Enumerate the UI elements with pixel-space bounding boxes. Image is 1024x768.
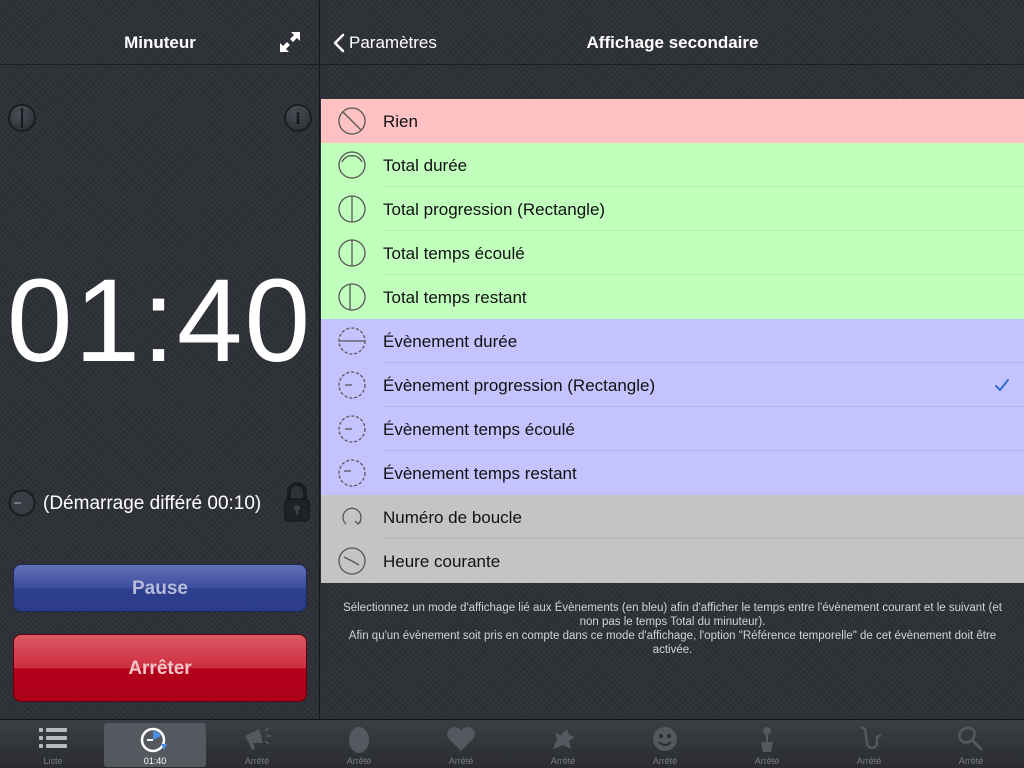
lock-icon[interactable] bbox=[282, 481, 312, 523]
info-button[interactable]: i bbox=[284, 104, 312, 132]
option-none[interactable]: Rien bbox=[321, 99, 1024, 143]
option-label: Évènement temps écoulé bbox=[383, 420, 575, 439]
tab-egg[interactable]: Arrêté bbox=[308, 720, 410, 768]
event-progress-icon bbox=[338, 371, 366, 399]
option-label: Évènement progression (Rectangle) bbox=[383, 376, 656, 395]
info-icon: i bbox=[294, 109, 302, 128]
tab-label: 01:40 bbox=[143, 756, 167, 766]
tab-label: Arrêté bbox=[652, 756, 678, 766]
option-label: Évènement temps restant bbox=[383, 464, 577, 483]
option-label: Total temps écoulé bbox=[383, 244, 525, 263]
display-mode-button[interactable] bbox=[8, 104, 36, 132]
current-time-icon bbox=[338, 547, 366, 575]
tab-heart[interactable]: Arrêté bbox=[410, 720, 512, 768]
half-circle-icon bbox=[21, 108, 23, 128]
settings-title: Affichage secondaire bbox=[586, 33, 759, 52]
tab-dragon[interactable]: Arrêté bbox=[512, 720, 614, 768]
timer-display: 01:40 bbox=[6, 255, 313, 387]
heart-icon bbox=[447, 727, 475, 751]
delayed-start-label: (Démarrage différé 00:10) bbox=[43, 493, 262, 514]
option-label: Total progression (Rectangle) bbox=[383, 200, 606, 219]
settings-header: Paramètres Affichage secondaire bbox=[321, 0, 1024, 65]
tab-timer[interactable]: 01:40 bbox=[104, 723, 206, 767]
option-event-duration[interactable]: Évènement durée bbox=[321, 319, 1024, 363]
flower-pot-icon bbox=[761, 727, 773, 752]
tab-list[interactable]: Liste bbox=[2, 720, 104, 768]
event-elapsed-icon bbox=[338, 415, 366, 443]
option-event-progress[interactable]: Évènement progression (Rectangle) bbox=[321, 363, 1024, 407]
timer-icon bbox=[140, 727, 167, 753]
smiley-icon bbox=[653, 727, 677, 751]
tab-smiley[interactable]: Arrêté bbox=[614, 720, 716, 768]
tab-bar: Liste 01:40 Arrêté Arrêté Arrêté Arrêté … bbox=[0, 719, 1024, 768]
tab-megaphone[interactable]: Arrêté bbox=[206, 720, 308, 768]
timer-panel: Minuteur i 01:40 (Démarrage différé 00:1… bbox=[0, 0, 320, 719]
none-icon bbox=[338, 107, 366, 135]
tab-tennis[interactable]: Arrêté bbox=[920, 720, 1022, 768]
tab-label: Liste bbox=[43, 756, 63, 766]
option-label: Heure courante bbox=[383, 552, 501, 571]
option-total-remaining[interactable]: Total temps restant bbox=[321, 275, 1024, 319]
checkmark-icon bbox=[995, 379, 1009, 391]
option-total-duration[interactable]: Total durée bbox=[321, 143, 1024, 187]
dragon-icon bbox=[553, 729, 575, 749]
help-note-line-2: Afin qu'un évènement soit pris en compte… bbox=[348, 630, 997, 656]
tab-label: Arrêté bbox=[550, 756, 576, 766]
tab-saxophone[interactable]: Arrêté bbox=[818, 720, 920, 768]
tab-label: Arrêté bbox=[856, 756, 882, 766]
option-label: Total durée bbox=[383, 156, 468, 175]
tennis-racket-icon bbox=[958, 726, 984, 752]
delay-clock-icon bbox=[8, 489, 36, 517]
settings-panel: Paramètres Affichage secondaire Rien Tot… bbox=[321, 0, 1024, 719]
tab-label: Arrêté bbox=[244, 756, 270, 766]
option-total-progress[interactable]: Total progression (Rectangle) bbox=[321, 187, 1024, 231]
tab-label: Arrêté bbox=[958, 756, 984, 766]
tab-label: Arrêté bbox=[754, 756, 780, 766]
egg-icon bbox=[349, 727, 369, 753]
option-label: Total temps restant bbox=[383, 288, 527, 307]
option-label: Évènement durée bbox=[383, 332, 518, 351]
option-loop-number[interactable]: Numéro de boucle bbox=[321, 495, 1024, 539]
display-options-list: Rien Total durée Total progression (Rect… bbox=[321, 99, 1024, 583]
expand-icon[interactable] bbox=[278, 30, 302, 54]
option-total-elapsed[interactable]: Total temps écoulé bbox=[321, 231, 1024, 275]
timer-header: Minuteur bbox=[0, 0, 320, 65]
pause-button[interactable]: Pause bbox=[13, 564, 307, 612]
list-icon bbox=[39, 728, 67, 748]
option-event-remaining[interactable]: Évènement temps restant bbox=[321, 451, 1024, 495]
option-event-elapsed[interactable]: Évènement temps écoulé bbox=[321, 407, 1024, 451]
total-remaining-icon bbox=[338, 283, 366, 311]
event-remaining-icon bbox=[338, 459, 366, 487]
help-note-line-1: Sélectionnez un mode d'affichage lié aux… bbox=[343, 602, 1002, 628]
tab-flower-pot[interactable]: Arrêté bbox=[716, 720, 818, 768]
tab-label: Arrêté bbox=[346, 756, 372, 766]
option-label: Numéro de boucle bbox=[383, 508, 522, 527]
help-note: Sélectionnez un mode d'affichage lié aux… bbox=[333, 601, 1012, 657]
option-label: Rien bbox=[383, 112, 418, 131]
option-current-time[interactable]: Heure courante bbox=[321, 539, 1024, 583]
saxophone-icon bbox=[860, 725, 882, 750]
loop-number-icon bbox=[342, 507, 362, 525]
total-progress-icon bbox=[338, 195, 366, 223]
stop-button[interactable]: Arrêter bbox=[13, 634, 307, 702]
megaphone-icon bbox=[245, 727, 271, 750]
tab-label: Arrêté bbox=[448, 756, 474, 766]
total-elapsed-icon bbox=[338, 239, 366, 267]
event-duration-icon bbox=[338, 327, 366, 355]
timer-title: Minuteur bbox=[124, 33, 196, 52]
total-duration-icon bbox=[338, 151, 366, 179]
